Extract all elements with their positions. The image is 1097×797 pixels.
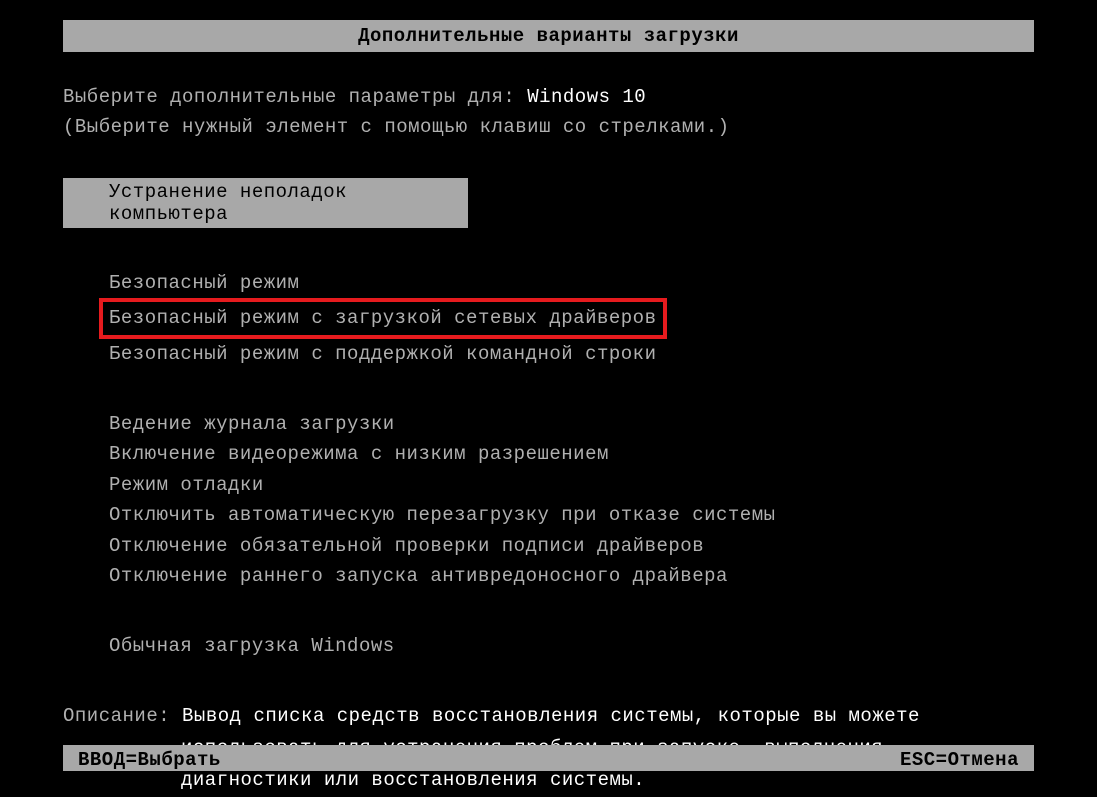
footer-bar: ВВОД=Выбрать ESC=Отмена — [63, 745, 1034, 771]
content-area: Выберите дополнительные параметры для: W… — [0, 82, 1097, 797]
instruction-line-1: Выберите дополнительные параметры для: W… — [63, 82, 1034, 112]
description-label: Описание: — [63, 705, 182, 727]
footer-enter-hint: ВВОД=Выбрать — [78, 749, 221, 771]
menu-item-safemode[interactable]: Безопасный режим — [109, 268, 1034, 298]
title-bar: Дополнительные варианты загрузки — [63, 20, 1034, 52]
selected-option-repair[interactable]: Устранение неполадок компьютера — [63, 178, 468, 228]
menu-group-safemode: Безопасный режим Безопасный режим с загр… — [109, 268, 1034, 369]
menu-group-advanced: Ведение журнала загрузки Включение видео… — [109, 409, 1034, 591]
menu-item-disable-driver-sig[interactable]: Отключение обязательной проверки подписи… — [109, 531, 1034, 561]
menu-item-disable-auto-restart[interactable]: Отключить автоматическую перезагрузку пр… — [109, 500, 1034, 530]
description-text-1: Вывод списка средств восстановления сист… — [182, 705, 920, 727]
menu-item-normal-boot[interactable]: Обычная загрузка Windows — [109, 631, 1034, 661]
menu-item-safemode-cmd[interactable]: Безопасный режим с поддержкой командной … — [109, 339, 1034, 369]
screen-title: Дополнительные варианты загрузки — [358, 25, 739, 47]
instruction-line-2: (Выберите нужный элемент с помощью клави… — [63, 112, 1034, 142]
footer-esc-hint: ESC=Отмена — [900, 749, 1019, 771]
menu-item-debug[interactable]: Режим отладки — [109, 470, 1034, 500]
menu-item-bootlog[interactable]: Ведение журнала загрузки — [109, 409, 1034, 439]
menu-item-safemode-networking[interactable]: Безопасный режим с загрузкой сетевых дра… — [99, 298, 667, 338]
os-name: Windows 10 — [527, 86, 646, 108]
instruction-text: Выберите дополнительные параметры для: W… — [63, 82, 1034, 143]
menu-item-disable-antimalware[interactable]: Отключение раннего запуска антивредоносн… — [109, 561, 1034, 591]
menu-group-normal: Обычная загрузка Windows — [109, 631, 1034, 661]
menu-item-lowres[interactable]: Включение видеорежима с низким разрешени… — [109, 439, 1034, 469]
